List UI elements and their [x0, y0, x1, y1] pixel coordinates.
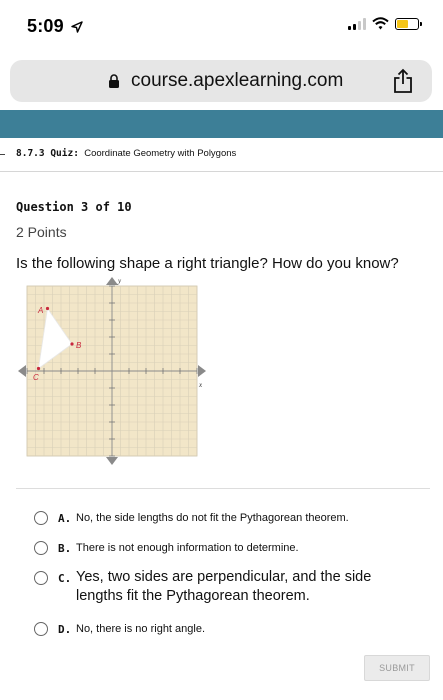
status-indicators	[348, 17, 422, 30]
course-banner	[0, 110, 443, 138]
axis-x-label: x	[198, 381, 203, 389]
status-time: 5:09	[27, 16, 83, 37]
location-arrow-icon	[71, 21, 83, 33]
point-a-label: A	[37, 306, 43, 315]
radio-button[interactable]	[34, 622, 48, 636]
choice-letter: D.	[58, 623, 72, 636]
submit-button[interactable]: SUBMIT	[364, 655, 430, 681]
radio-button[interactable]	[34, 511, 48, 525]
url-bar[interactable]: course.apexlearning.com	[10, 60, 432, 102]
share-icon[interactable]	[392, 68, 414, 94]
point-b	[70, 342, 74, 346]
question-points: 2 Points	[16, 224, 67, 240]
point-a	[45, 306, 50, 311]
x-axis-arrow-right	[198, 365, 206, 377]
choice-b[interactable]: B. There is not enough information to de…	[34, 540, 299, 556]
url-text: course.apexlearning.com	[131, 70, 344, 91]
browser-url-area: course.apexlearning.com	[0, 52, 443, 110]
quiz-header: 8.7.3 Quiz: Coordinate Geometry with Pol…	[0, 138, 443, 172]
choice-c[interactable]: C. Yes, two sides are perpendicular, and…	[34, 569, 406, 606]
signal-icon	[348, 17, 366, 30]
point-c	[36, 366, 41, 371]
y-axis-arrow-down	[106, 457, 118, 465]
choice-text: There is not enough information to deter…	[76, 542, 299, 554]
point-c-label: C	[33, 373, 39, 382]
choice-text: No, there is no right angle.	[76, 623, 206, 635]
choice-letter: A.	[58, 512, 72, 525]
choice-text: Yes, two sides are perpendicular, and th…	[76, 569, 372, 604]
lock-icon	[109, 74, 119, 88]
question-prompt: Is the following shape a right triangle?…	[16, 255, 399, 272]
choice-a[interactable]: A. No, the side lengths do not fit the P…	[34, 510, 349, 526]
status-bar: 5:09	[0, 0, 443, 52]
coordinate-graph: x y A B C	[18, 277, 206, 465]
question-number: Question 3 of 10	[16, 200, 132, 214]
divider	[16, 488, 430, 489]
choice-letter: C.	[58, 572, 72, 585]
x-axis-arrow-left	[18, 365, 26, 377]
radio-button[interactable]	[34, 541, 48, 555]
axis-y-label: y	[117, 277, 122, 285]
wifi-icon	[372, 17, 389, 30]
choice-d[interactable]: D. No, there is no right angle.	[34, 621, 205, 637]
choice-text: No, the side lengths do not fit the Pyth…	[76, 512, 349, 524]
radio-button[interactable]	[34, 571, 48, 585]
quiz-title: 8.7.3 Quiz: Coordinate Geometry with Pol…	[16, 148, 237, 159]
choice-letter: B.	[58, 542, 72, 555]
battery-icon	[395, 17, 422, 30]
y-axis-arrow-up	[106, 277, 118, 285]
point-b-label: B	[76, 341, 82, 350]
